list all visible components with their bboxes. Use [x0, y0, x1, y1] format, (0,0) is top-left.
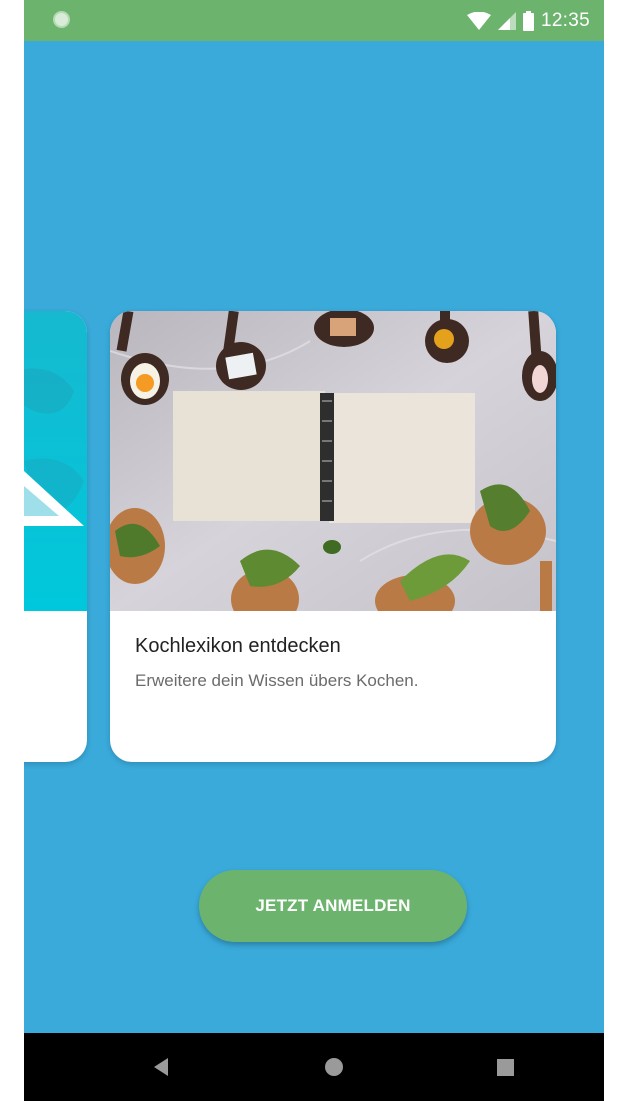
system-nav-bar	[24, 1033, 604, 1101]
card-subtitle: Erweitere dein Wissen übers Kochen.	[135, 671, 419, 690]
card-image-map	[24, 311, 87, 611]
wifi-icon	[466, 11, 491, 30]
status-time: 12:35	[540, 9, 590, 31]
nav-recents-button[interactable]	[465, 1033, 545, 1101]
home-icon	[325, 1058, 343, 1076]
notification-dot-icon	[53, 11, 70, 28]
status-icons: 12:35	[466, 0, 590, 41]
app-screen: 12:35 d	[24, 0, 604, 1101]
status-bar: 12:35	[24, 0, 604, 41]
card-image-cookbook	[110, 311, 556, 611]
register-now-button[interactable]: JETZT ANMELDEN	[199, 870, 467, 942]
battery-icon	[522, 10, 534, 31]
nav-home-button[interactable]	[294, 1033, 374, 1101]
back-icon	[154, 1058, 168, 1076]
card-title: Kochlexikon entdecken	[135, 635, 341, 657]
feature-card-kochlexikon[interactable]: Kochlexikon entdecken Erweitere dein Wis…	[110, 311, 556, 762]
signal-icon	[497, 11, 516, 30]
feature-card-previous[interactable]: d	[24, 311, 87, 762]
recents-icon	[496, 1058, 514, 1076]
nav-back-button[interactable]	[121, 1033, 201, 1101]
